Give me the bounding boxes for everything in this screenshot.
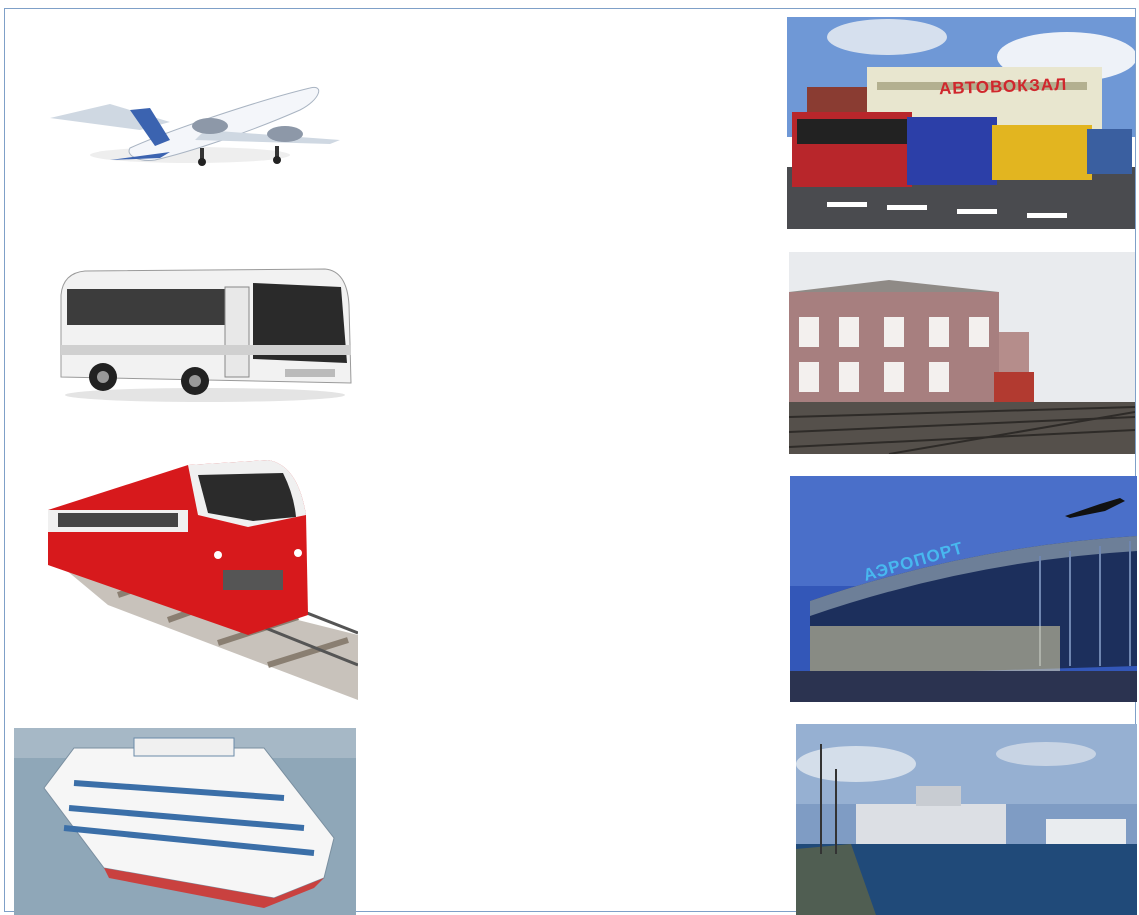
ship-image	[14, 728, 356, 915]
airplane-image	[30, 60, 340, 175]
bus-image	[55, 265, 355, 405]
railway-station-image	[789, 252, 1135, 454]
cropped-top-text	[0, 0, 1139, 10]
train-image	[48, 455, 358, 700]
bus-station-image: АВТОВОКЗАЛ	[787, 17, 1135, 229]
airport-image: АЭРОПОРТ	[790, 476, 1137, 702]
river-port-image	[796, 724, 1137, 915]
